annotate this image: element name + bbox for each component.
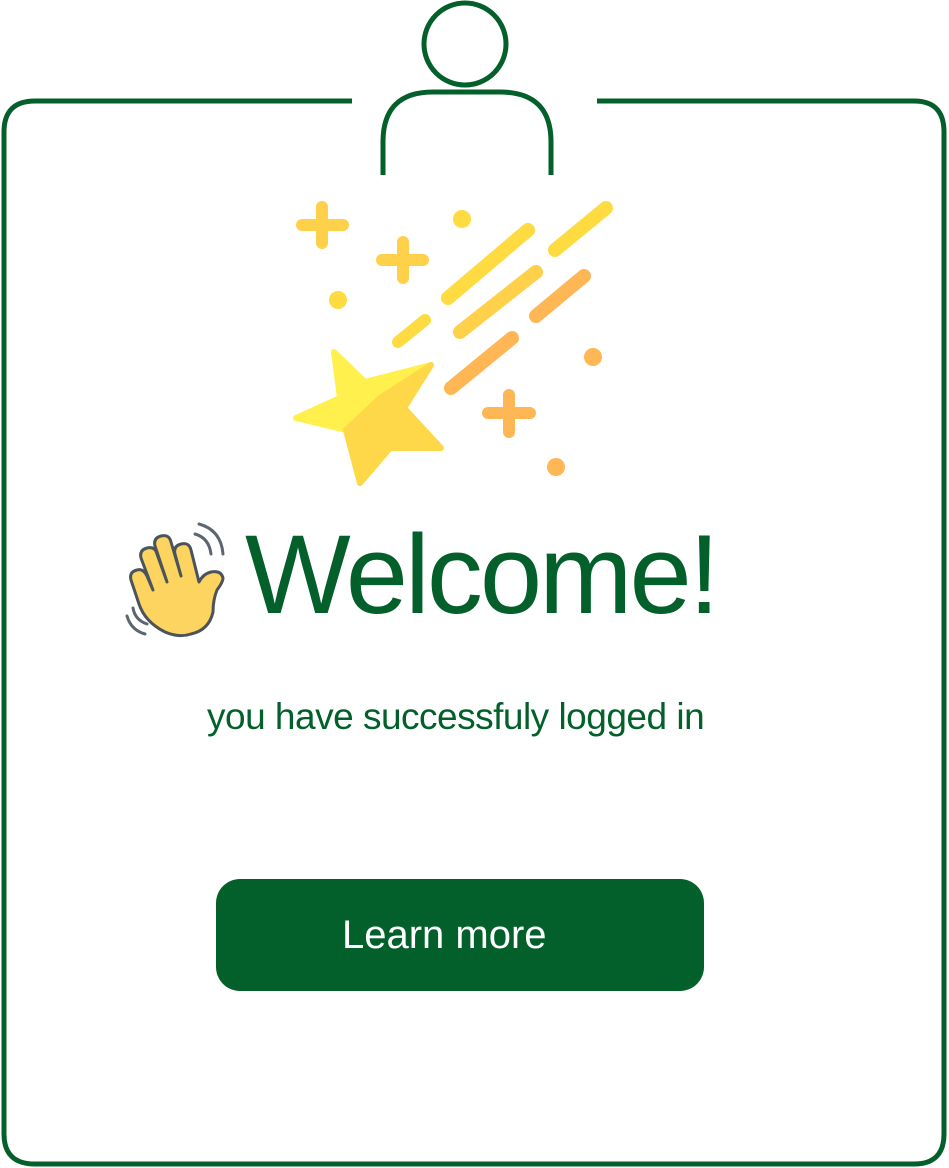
welcome-heading-row: Welcome! [125,515,825,645]
shooting-star-icon [293,201,613,486]
learn-more-label: Learn more [342,913,547,957]
learn-more-button[interactable]: Learn more [216,879,704,991]
welcome-title: Welcome! [245,512,720,637]
login-success-message: you have successfuly logged in [207,696,705,737]
user-avatar-icon [380,0,554,175]
waving-hand-icon [125,522,225,638]
